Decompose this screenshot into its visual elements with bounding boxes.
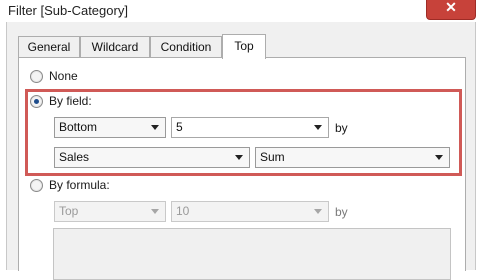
field-value: Sales xyxy=(59,150,90,164)
aggregation-value: Sum xyxy=(260,150,285,164)
tab-general[interactable]: General xyxy=(18,36,80,58)
chevron-down-icon xyxy=(235,155,243,160)
chevron-down-icon xyxy=(151,209,159,214)
chevron-down-icon xyxy=(151,125,159,130)
tab-label: General xyxy=(27,40,71,54)
tab-label: Condition xyxy=(160,40,212,54)
by-field-radio[interactable] xyxy=(30,94,43,108)
by-formula-label: By formula: xyxy=(49,178,110,192)
chevron-down-icon xyxy=(314,209,322,214)
none-radio[interactable] xyxy=(30,69,43,83)
tab-condition[interactable]: Condition xyxy=(150,36,222,58)
none-option[interactable]: None xyxy=(30,69,78,83)
formula-direction-dropdown: Top xyxy=(54,201,166,222)
tab-label: Top xyxy=(234,39,254,53)
chevron-down-icon xyxy=(314,125,322,130)
formula-editor xyxy=(53,228,451,280)
tab-top[interactable]: Top xyxy=(222,34,266,59)
count-combobox[interactable]: 5 xyxy=(171,117,329,138)
by-formula-radio[interactable] xyxy=(30,178,43,192)
by-field-label: By field: xyxy=(49,94,92,108)
title-bar: Filter [Sub-Category] ✕ xyxy=(0,0,480,22)
none-label: None xyxy=(49,69,78,83)
formula-count-combobox: 10 xyxy=(171,201,329,222)
by-field-option[interactable]: By field: xyxy=(30,94,92,108)
count-value: 5 xyxy=(176,120,183,134)
by-label: by xyxy=(335,121,348,135)
tab-wildcard[interactable]: Wildcard xyxy=(80,36,150,58)
close-icon: ✕ xyxy=(445,0,457,15)
window-title: Filter [Sub-Category] xyxy=(8,3,128,18)
chevron-down-icon xyxy=(435,155,443,160)
direction-value: Bottom xyxy=(59,120,98,134)
formula-count-value: 10 xyxy=(176,204,190,218)
formula-direction-value: Top xyxy=(59,204,79,218)
aggregation-dropdown[interactable]: Sum xyxy=(255,147,450,168)
formula-by-label: by xyxy=(335,205,348,219)
by-formula-option[interactable]: By formula: xyxy=(30,178,110,192)
direction-dropdown[interactable]: Bottom xyxy=(54,117,166,138)
close-button[interactable]: ✕ xyxy=(426,0,476,20)
field-dropdown[interactable]: Sales xyxy=(54,147,250,168)
tab-label: Wildcard xyxy=(91,40,139,54)
